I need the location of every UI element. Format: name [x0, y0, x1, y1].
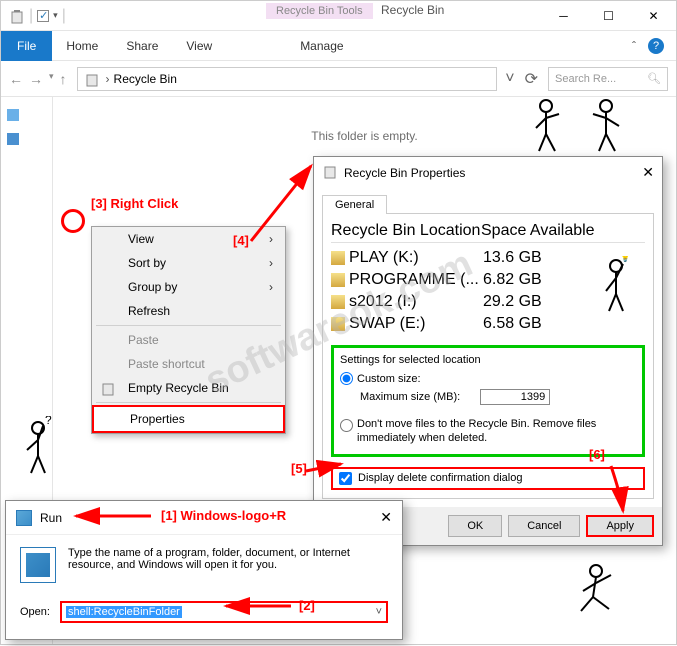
tab-general[interactable]: General	[322, 195, 387, 214]
drive-row[interactable]: SWAP (E:)6.58 GB	[331, 313, 645, 335]
close-button[interactable]: ✕	[642, 164, 654, 181]
drive-icon	[331, 273, 345, 287]
ctx-empty-recycle-bin[interactable]: Empty Recycle Bin	[92, 376, 285, 400]
col-space: Space Available	[481, 222, 595, 240]
display-confirm-checkbox[interactable]: Display delete confirmation dialog	[331, 467, 645, 490]
col-location: Recycle Bin Location	[331, 222, 481, 240]
search-placeholder: Search Re...	[555, 73, 616, 85]
drive-icon	[331, 295, 345, 309]
ribbon-tabs: File Home Share View Manage ˆ ?	[1, 31, 676, 61]
tool-header-title: Recycle Bin	[381, 3, 444, 17]
dialog-title: Run	[40, 511, 62, 525]
file-tab[interactable]: File	[1, 31, 52, 61]
max-size-label: Maximum size (MB):	[360, 391, 460, 403]
address-field[interactable]: › Recycle Bin	[77, 67, 498, 91]
run-icon	[16, 510, 32, 526]
divider-icon: |	[29, 7, 33, 25]
ctx-refresh[interactable]: Refresh	[92, 299, 285, 323]
radio-custom-size[interactable]: Custom size:	[340, 370, 636, 387]
recycle-bin-icon	[9, 8, 25, 24]
separator	[96, 325, 281, 326]
dropdown-icon[interactable]: ˅	[376, 606, 382, 618]
checkbox-icon[interactable]: ✓	[37, 10, 49, 22]
annotation-circle	[61, 209, 85, 233]
close-button[interactable]: ✕	[380, 509, 392, 526]
ctx-view[interactable]: View›	[92, 227, 285, 251]
help-icon[interactable]: ?	[648, 38, 664, 54]
drive-icon	[331, 251, 345, 265]
run-large-icon	[20, 547, 56, 583]
search-input[interactable]: Search Re... 🔍︎	[548, 67, 668, 91]
recycle-bin-icon	[322, 163, 338, 182]
annotation-4: [4]	[233, 233, 249, 248]
chevron-up-icon[interactable]: ˆ	[632, 39, 636, 53]
nav-forward-icon[interactable]: →	[29, 71, 43, 87]
run-description: Type the name of a program, folder, docu…	[68, 547, 388, 583]
stick-figure	[531, 96, 581, 156]
annotation-1: [1] Windows-logo+R	[161, 508, 286, 523]
sidebar-item[interactable]	[7, 129, 46, 149]
ctx-groupby[interactable]: Group by›	[92, 275, 285, 299]
context-menu: View› Sort by› Group by› Refresh Paste P…	[91, 226, 286, 434]
run-input[interactable]: shell:RecycleBinFolder ˅	[60, 601, 388, 623]
stick-figure	[571, 561, 621, 621]
address-bar: ← → ▾ ↑ › Recycle Bin ˅ ⟳ Search Re... 🔍…	[1, 61, 676, 97]
tool-header: Recycle Bin Tools	[266, 3, 373, 19]
recycle-bin-icon	[84, 71, 100, 87]
stick-figure: 💡	[591, 256, 641, 316]
apply-button[interactable]: Apply	[586, 515, 654, 537]
divider-icon: |	[62, 7, 66, 25]
max-size-input[interactable]	[480, 389, 550, 405]
nav-dropdown-icon[interactable]: ▾	[49, 71, 54, 87]
breadcrumb-chevron-icon[interactable]: ›	[106, 72, 110, 86]
stick-figure: ?	[13, 416, 63, 476]
stick-figure	[581, 96, 631, 156]
dropdown-icon[interactable]: ▾	[53, 10, 58, 21]
sidebar-item[interactable]	[7, 105, 46, 125]
ctx-properties[interactable]: Properties	[92, 405, 285, 433]
tab-share[interactable]: Share	[112, 34, 172, 58]
radio-dont-move[interactable]: Don't move files to the Recycle Bin. Rem…	[340, 415, 636, 448]
settings-box: Settings for selected location Custom si…	[331, 345, 645, 457]
drive-icon	[331, 317, 345, 331]
annotation-3: [3] Right Click	[91, 196, 178, 211]
tab-home[interactable]: Home	[52, 34, 112, 58]
tab-view[interactable]: View	[172, 34, 226, 58]
ctx-sortby[interactable]: Sort by›	[92, 251, 285, 275]
open-label: Open:	[20, 606, 50, 618]
recycle-bin-icon	[100, 380, 116, 396]
addr-dropdown-icon[interactable]: ˅	[505, 70, 514, 88]
annotation-2: [2]	[299, 598, 315, 613]
ok-button[interactable]: OK	[448, 515, 502, 537]
breadcrumb[interactable]: Recycle Bin	[114, 72, 177, 86]
annotation-6: [6]	[589, 447, 605, 462]
nav-back-icon[interactable]: ←	[9, 71, 23, 87]
chevron-right-icon: ›	[269, 280, 273, 294]
ctx-paste: Paste	[92, 328, 285, 352]
dialog-titlebar: Recycle Bin Properties ✕	[314, 157, 662, 188]
radio-input[interactable]	[340, 372, 353, 385]
svg-text:?: ?	[45, 416, 52, 427]
close-button[interactable]: ✕	[631, 1, 676, 31]
chevron-right-icon: ›	[269, 232, 273, 246]
annotation-5: [5]	[291, 461, 307, 476]
svg-text:💡: 💡	[619, 256, 631, 263]
separator	[96, 402, 281, 403]
checkbox-input[interactable]	[339, 472, 352, 485]
properties-dialog: Recycle Bin Properties ✕ General Recycle…	[313, 156, 663, 546]
run-input-value: shell:RecycleBinFolder	[66, 606, 182, 618]
minimize-button[interactable]: ─	[541, 1, 586, 31]
nav-up-icon[interactable]: ↑	[60, 71, 67, 87]
cancel-button[interactable]: Cancel	[508, 515, 580, 537]
settings-title: Settings for selected location	[340, 354, 636, 366]
radio-input[interactable]	[340, 419, 353, 432]
tab-manage[interactable]: Manage	[286, 34, 357, 58]
refresh-icon[interactable]: ⟳	[525, 69, 538, 89]
search-icon: 🔍︎	[647, 72, 661, 85]
maximize-button[interactable]: ☐	[586, 1, 631, 31]
dialog-title: Recycle Bin Properties	[344, 166, 465, 180]
chevron-right-icon: ›	[269, 256, 273, 270]
ctx-paste-shortcut: Paste shortcut	[92, 352, 285, 376]
